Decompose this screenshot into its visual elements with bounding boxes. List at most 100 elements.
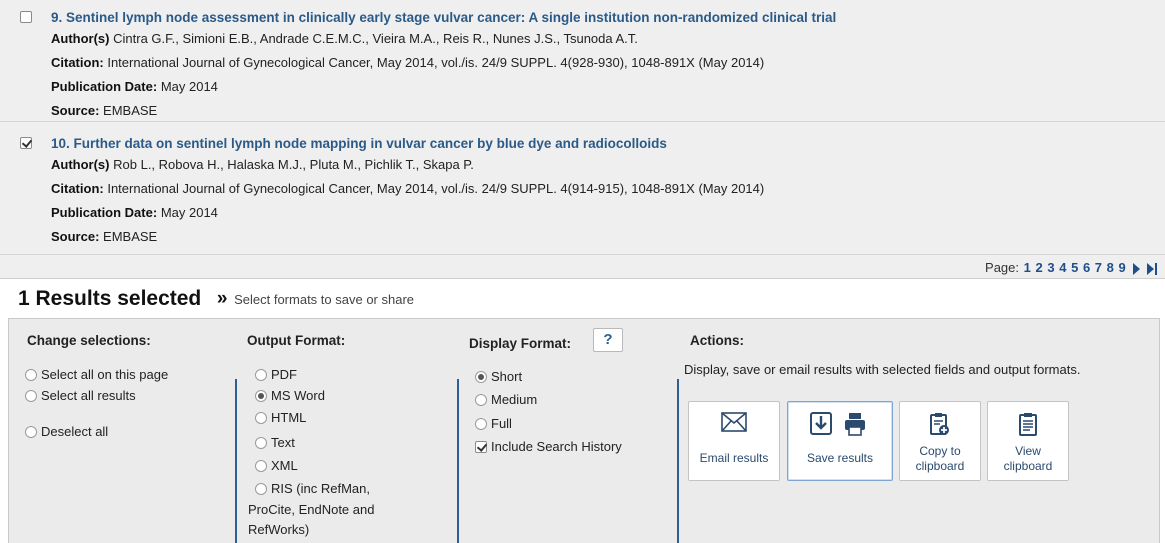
pagination: Page: 1 2 3 4 5 6 7 8 9 [985, 258, 1157, 278]
display-full-radio[interactable] [475, 418, 487, 430]
select-all-results-radio[interactable] [25, 390, 37, 402]
column-divider [235, 379, 237, 543]
display-full-option[interactable]: Full [475, 416, 512, 432]
download-print-icon [788, 412, 892, 436]
display-short-option[interactable]: Short [475, 369, 522, 385]
next-page-icon[interactable] [1133, 262, 1141, 275]
display-full-label: Full [491, 416, 512, 431]
format-msword-radio[interactable] [255, 390, 267, 402]
format-ris-radio[interactable] [255, 483, 267, 495]
format-xml-option[interactable]: XML [255, 458, 298, 474]
record-citation: Citation: International Journal of Gynec… [51, 177, 764, 201]
record-pubdate: Publication Date: May 2014 [51, 201, 764, 225]
view-clipboard-label-line1: View [1015, 444, 1041, 458]
source-label: Source: [51, 103, 100, 118]
citation-value: International Journal of Gynecological C… [107, 55, 765, 70]
record-authors: Author(s) Rob L., Robova H., Halaska M.J… [51, 153, 764, 177]
pubdate-value: May 2014 [160, 205, 218, 220]
selected-count-title: 1 Results selected [18, 287, 202, 310]
display-medium-option[interactable]: Medium [475, 392, 537, 408]
format-text-option[interactable]: Text [255, 435, 295, 451]
output-format-heading: Output Format: [247, 333, 346, 348]
actions-heading: Actions: [690, 333, 744, 348]
actions-description: Display, save or email results with sele… [684, 362, 1081, 377]
format-ris-option[interactable]: RIS (inc RefMan, [255, 481, 370, 497]
page-link-1[interactable]: 1 [1024, 260, 1031, 275]
copy-to-label-line1: Copy to [919, 444, 961, 458]
display-medium-radio[interactable] [475, 394, 487, 406]
authors-label: Author(s) [51, 157, 110, 172]
email-results-button[interactable]: Email results [688, 401, 780, 481]
format-msword-option[interactable]: MS Word [255, 388, 325, 404]
page-link-6[interactable]: 6 [1083, 260, 1090, 275]
include-search-history-option[interactable]: Include Search History [475, 439, 622, 455]
record-title-link[interactable]: 10. Further data on sentinel lymph node … [51, 135, 764, 153]
copy-to-label-line2: clipboard [915, 459, 965, 473]
record-citation: Citation: International Journal of Gynec… [51, 51, 836, 75]
display-short-radio[interactable] [475, 371, 487, 383]
select-all-results-label: Select all results [41, 388, 136, 403]
record-body: 10. Further data on sentinel lymph node … [51, 135, 764, 249]
select-all-results-option[interactable]: Select all results [25, 388, 136, 404]
citation-label: Citation: [51, 55, 104, 70]
select-all-page-radio[interactable] [25, 369, 37, 381]
format-html-label: HTML [271, 410, 307, 425]
last-page-icon[interactable] [1147, 262, 1157, 275]
citation-label: Citation: [51, 181, 104, 196]
format-pdf-option[interactable]: PDF [255, 367, 297, 383]
authors-value: Cintra G.F., Simioni E.B., Andrade C.E.M… [113, 31, 638, 46]
format-html-radio[interactable] [255, 412, 267, 424]
page-link-2[interactable]: 2 [1036, 260, 1043, 275]
column-divider [677, 379, 679, 543]
save-results-label: Save results [806, 451, 874, 465]
view-clipboard-label-line2: clipboard [1003, 459, 1053, 473]
column-divider [457, 379, 459, 543]
display-short-label: Short [491, 369, 523, 384]
change-selections-heading: Change selections: [27, 333, 151, 348]
clipboard-add-icon [900, 412, 980, 436]
page-link-9[interactable]: 9 [1119, 260, 1126, 275]
format-pdf-radio[interactable] [255, 369, 267, 381]
format-text-radio[interactable] [255, 437, 267, 449]
page-link-5[interactable]: 5 [1071, 260, 1078, 275]
record-select-checkbox[interactable] [20, 11, 32, 23]
format-html-option[interactable]: HTML [255, 410, 306, 426]
double-chevron-right-icon: » [216, 288, 228, 309]
format-text-label: Text [271, 435, 295, 450]
copy-to-clipboard-button[interactable]: Copy to clipboard [899, 401, 981, 481]
envelope-icon [689, 412, 779, 436]
record-select-checkbox[interactable] [20, 137, 32, 149]
clipboard-view-icon [988, 412, 1068, 436]
email-results-label: Email results [699, 451, 769, 465]
record-item: 10. Further data on sentinel lymph node … [0, 126, 1165, 255]
format-msword-label: MS Word [271, 388, 325, 403]
page-link-4[interactable]: 4 [1059, 260, 1066, 275]
format-xml-radio[interactable] [255, 460, 267, 472]
record-body: 9. Sentinel lymph node assessment in cli… [51, 9, 836, 123]
authors-value: Rob L., Robova H., Halaska M.J., Pluta M… [113, 157, 474, 172]
format-ris-label-line2: ProCite, EndNote and [248, 502, 375, 517]
record-pubdate: Publication Date: May 2014 [51, 75, 836, 99]
select-all-page-label: Select all on this page [41, 367, 169, 382]
source-value: EMBASE [103, 229, 158, 244]
display-format-help-button[interactable]: ? [593, 328, 623, 352]
deselect-all-option[interactable]: Deselect all [25, 424, 108, 440]
save-results-button[interactable]: Save results [787, 401, 893, 481]
selection-hint: Select formats to save or share [234, 291, 415, 307]
citation-value: International Journal of Gynecological C… [107, 181, 765, 196]
page-link-7[interactable]: 7 [1095, 260, 1102, 275]
page-link-3[interactable]: 3 [1047, 260, 1054, 275]
format-ris-label-line3: RefWorks) [248, 522, 310, 537]
pagination-label: Page: [985, 260, 1020, 275]
deselect-all-radio[interactable] [25, 426, 37, 438]
deselect-all-label: Deselect all [41, 424, 109, 439]
export-options-panel: Change selections: Select all on this pa… [8, 318, 1160, 543]
authors-label: Author(s) [51, 31, 110, 46]
pubdate-value: May 2014 [160, 79, 218, 94]
include-search-history-checkbox[interactable] [475, 441, 487, 453]
pubdate-label: Publication Date: [51, 205, 158, 220]
view-clipboard-button[interactable]: View clipboard [987, 401, 1069, 481]
select-all-page-option[interactable]: Select all on this page [25, 367, 168, 383]
page-link-8[interactable]: 8 [1107, 260, 1114, 275]
record-title-link[interactable]: 9. Sentinel lymph node assessment in cli… [51, 9, 836, 27]
